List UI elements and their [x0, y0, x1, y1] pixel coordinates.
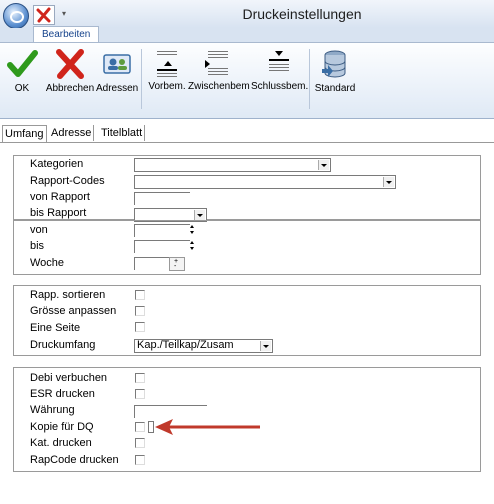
woche-label: Woche — [30, 257, 65, 269]
chevron-down-icon[interactable] — [194, 210, 205, 220]
title-bar: ▾ Druckeinstellungen — [0, 0, 494, 29]
von-spinner-icon[interactable] — [189, 224, 195, 236]
annotation-arrow-icon — [155, 419, 260, 435]
zwischenbem-icon — [205, 49, 231, 79]
rapcode-drucken-label: RapCode drucken — [30, 454, 119, 466]
bis-rapport-label: bis Rapport — [30, 207, 87, 219]
woche-stepper[interactable]: + - — [169, 257, 185, 271]
groesse-anpassen-label: Grösse anpassen — [30, 305, 117, 317]
bis-date-field[interactable] — [134, 240, 190, 253]
bis-spinner-icon[interactable] — [189, 240, 195, 252]
group-date-range — [13, 220, 481, 275]
esr-drucken-checkbox[interactable] — [135, 389, 145, 399]
druckumfang-dropdown[interactable]: Kap./Teilkap/Zusam — [134, 339, 273, 353]
debi-verbuchen-label: Debi verbuchen — [30, 372, 108, 384]
rapp-sortieren-label: Rapp. sortieren — [30, 289, 106, 301]
esr-drucken-label: ESR drucken — [30, 388, 95, 400]
chevron-down-icon[interactable] — [383, 177, 394, 187]
vorbem-button[interactable]: Vorbem. — [147, 47, 187, 107]
ribbon-separator — [309, 49, 310, 109]
address-book-icon — [103, 54, 131, 74]
abbrechen-button[interactable]: Abbrechen — [44, 47, 96, 107]
ribbon: OK Abbrechen Adressen Vorbem. Zwischenbe… — [0, 42, 494, 119]
kategorien-dropdown[interactable] — [134, 158, 331, 172]
adressen-button[interactable]: Adressen — [96, 47, 138, 107]
window-title: Druckeinstellungen — [242, 6, 362, 22]
vorbem-icon — [154, 49, 180, 79]
tab-adresse[interactable]: Adresse — [49, 125, 95, 141]
ribbon-separator — [141, 49, 142, 109]
druckumfang-label: Druckumfang — [30, 339, 96, 351]
standard-button[interactable]: Standard — [313, 47, 357, 107]
woche-field[interactable] — [134, 257, 170, 270]
von-rapport-field[interactable] — [134, 192, 190, 205]
rapcode-drucken-checkbox[interactable] — [135, 455, 145, 465]
kopie-fuer-dq-checkbox[interactable] — [135, 422, 145, 432]
waehrung-label: Währung — [30, 404, 75, 416]
rapport-codes-label: Rapport-Codes — [30, 175, 105, 187]
waehrung-field[interactable] — [134, 405, 207, 418]
tab-divider — [0, 142, 494, 143]
stepper-down-icon[interactable]: - — [174, 263, 176, 270]
rapport-codes-dropdown[interactable] — [134, 175, 396, 189]
eine-seite-label: Eine Seite — [30, 322, 81, 334]
tab-titelblatt[interactable]: Titelblatt — [99, 125, 146, 141]
von-label: von — [30, 224, 48, 236]
groesse-anpassen-checkbox[interactable] — [135, 306, 145, 316]
debi-verbuchen-checkbox[interactable] — [135, 373, 145, 383]
chevron-down-icon[interactable] — [260, 341, 271, 351]
cancel-x-icon — [56, 49, 84, 79]
kat-drucken-label: Kat. drucken — [30, 437, 92, 449]
schlussbem-button[interactable]: Schlussbem. — [251, 47, 308, 107]
von-rapport-label: von Rapport — [30, 191, 90, 203]
zwischenbem-button[interactable]: Zwischenbem — [188, 47, 250, 107]
eine-seite-checkbox[interactable] — [135, 322, 145, 332]
druckumfang-value: Kap./Teilkap/Zusam — [137, 339, 234, 351]
kategorien-label: Kategorien — [30, 158, 84, 170]
kat-drucken-checkbox[interactable] — [135, 438, 145, 448]
rapp-sortieren-checkbox[interactable] — [135, 290, 145, 300]
ribbon-tab-bearbeiten[interactable]: Bearbeiten — [33, 26, 100, 42]
checkmark-icon — [7, 50, 38, 77]
ok-button[interactable]: OK — [4, 47, 40, 107]
tab-umfang[interactable]: Umfang — [2, 125, 47, 143]
schlussbem-icon — [266, 49, 292, 79]
von-date-field[interactable] — [134, 224, 190, 237]
database-icon — [322, 50, 346, 78]
bis-label: bis — [30, 240, 45, 252]
chevron-down-icon[interactable] — [318, 160, 329, 170]
kopie-fuer-dq-label: Kopie für DQ — [30, 421, 94, 433]
